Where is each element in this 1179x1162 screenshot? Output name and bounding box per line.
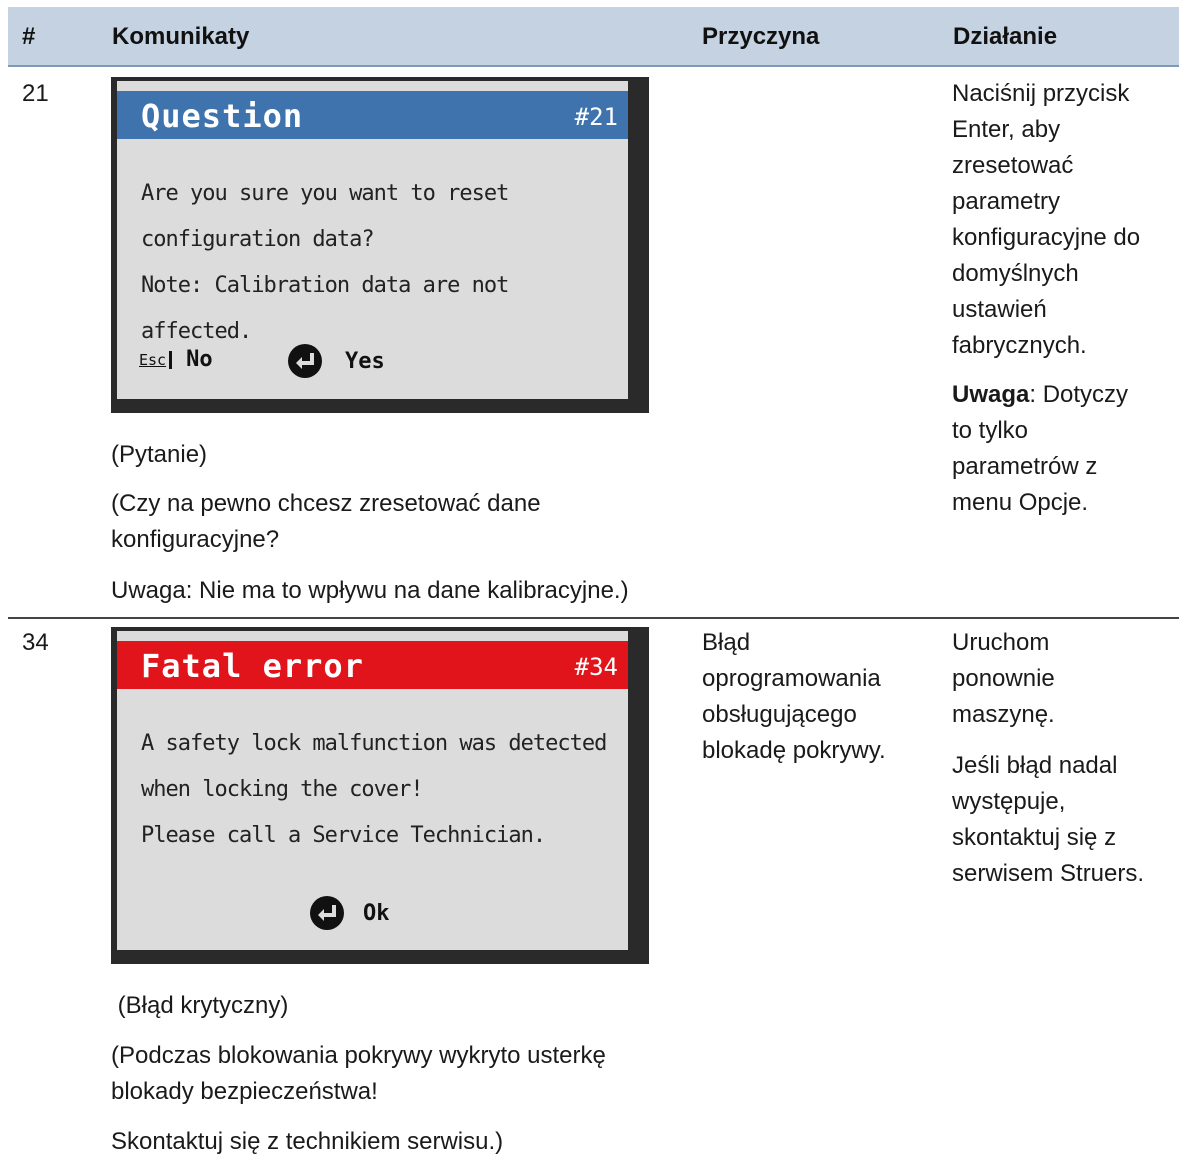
- translation-line: (Czy na pewno chcesz zresetować dane: [111, 490, 541, 517]
- translation-line: Skontaktuj się z technikiem serwisu.): [111, 1128, 504, 1155]
- dialog-title-bar: Fatal error #34: [117, 641, 628, 689]
- lcd-screenshot: Fatal error #34 A safety lock malfunctio…: [111, 627, 649, 964]
- dialog-message-line: A safety lock malfunction was detected: [141, 731, 607, 756]
- action-line: Enter, aby: [952, 116, 1061, 143]
- translation-line: konfiguracyjne?: [111, 526, 280, 553]
- header-number: #: [22, 23, 36, 50]
- translation-line: (Podczas blokowania pokrywy wykryto uste…: [111, 1042, 606, 1069]
- dialog-message-line: Are you sure you want to reset: [141, 181, 509, 206]
- translation-line: (Błąd krytyczny): [111, 992, 289, 1019]
- esc-icon: Esc: [139, 350, 173, 369]
- dialog-message-line: when locking the cover!: [141, 777, 424, 802]
- action-line: fabrycznych.: [952, 332, 1087, 359]
- action-note-line: menu Opcje.: [952, 489, 1089, 516]
- action-line: ponownie: [952, 665, 1055, 692]
- action-note-line: to tylko: [952, 417, 1029, 444]
- header-messages: Komunikaty: [112, 23, 250, 50]
- cause-line: oprogramowania: [702, 665, 881, 692]
- action-line: serwisem Struers.: [952, 860, 1145, 887]
- header-action: Działanie: [953, 23, 1058, 50]
- ok-button: Ok: [309, 895, 390, 931]
- translation-line: (Pytanie): [111, 441, 208, 468]
- dialog-message-line: Please call a Service Technician.: [141, 823, 546, 848]
- action-note-line: parametrów z: [952, 453, 1098, 480]
- no-label: No: [186, 347, 213, 372]
- action-line: Naciśnij przycisk: [952, 80, 1130, 107]
- action-line: występuje,: [952, 788, 1066, 815]
- no-button: Esc No: [139, 347, 213, 372]
- row-number: 34: [22, 629, 49, 656]
- dialog-message-line: Note: Calibration data are not affected.: [141, 273, 509, 344]
- lcd-screenshot: Question #21 Are you sure you want to re…: [111, 77, 649, 413]
- dialog-code: #21: [574, 103, 618, 131]
- enter-icon: [288, 344, 322, 378]
- translation-line: blokady bezpieczeństwa!: [111, 1078, 378, 1105]
- action-line: zresetować: [952, 152, 1074, 179]
- action-line: Uruchom: [952, 629, 1050, 656]
- action-line: ustawień: [952, 296, 1047, 323]
- note-text: : Dotyczy: [1029, 381, 1129, 408]
- action-note: Uwaga: Dotyczy: [952, 377, 1128, 413]
- translation-line: Uwaga: Nie ma to wpływu na dane kalibrac…: [111, 577, 629, 604]
- header-cause: Przyczyna: [702, 23, 820, 50]
- action-line: maszynę.: [952, 701, 1055, 728]
- cause-line: obsługującego: [702, 701, 857, 728]
- enter-icon: [310, 896, 344, 930]
- table-header: # Komunikaty Przyczyna Działanie: [8, 7, 1179, 67]
- action-line: Jeśli błąd nadal: [952, 752, 1118, 779]
- action-line: domyślnych: [952, 260, 1079, 287]
- action-line: parametry: [952, 188, 1061, 215]
- dialog-message-line: configuration data?: [141, 227, 375, 252]
- ok-label: Ok: [363, 900, 390, 926]
- action-line: konfiguracyjne do: [952, 224, 1141, 251]
- yes-button: Yes: [287, 343, 385, 379]
- cause-line: blokadę pokrywy.: [702, 737, 886, 764]
- yes-label: Yes: [345, 348, 385, 374]
- dialog-code: #34: [574, 653, 618, 681]
- row-separator: [8, 617, 1179, 619]
- dialog-title: Question: [141, 97, 304, 135]
- dialog-title-bar: Question #21: [117, 91, 628, 139]
- row-number: 21: [22, 80, 49, 107]
- action-line: skontaktuj się z: [952, 824, 1117, 851]
- note-label: Uwaga: [952, 381, 1030, 408]
- dialog-title: Fatal error: [141, 647, 364, 685]
- cause-line: Błąd: [702, 629, 751, 656]
